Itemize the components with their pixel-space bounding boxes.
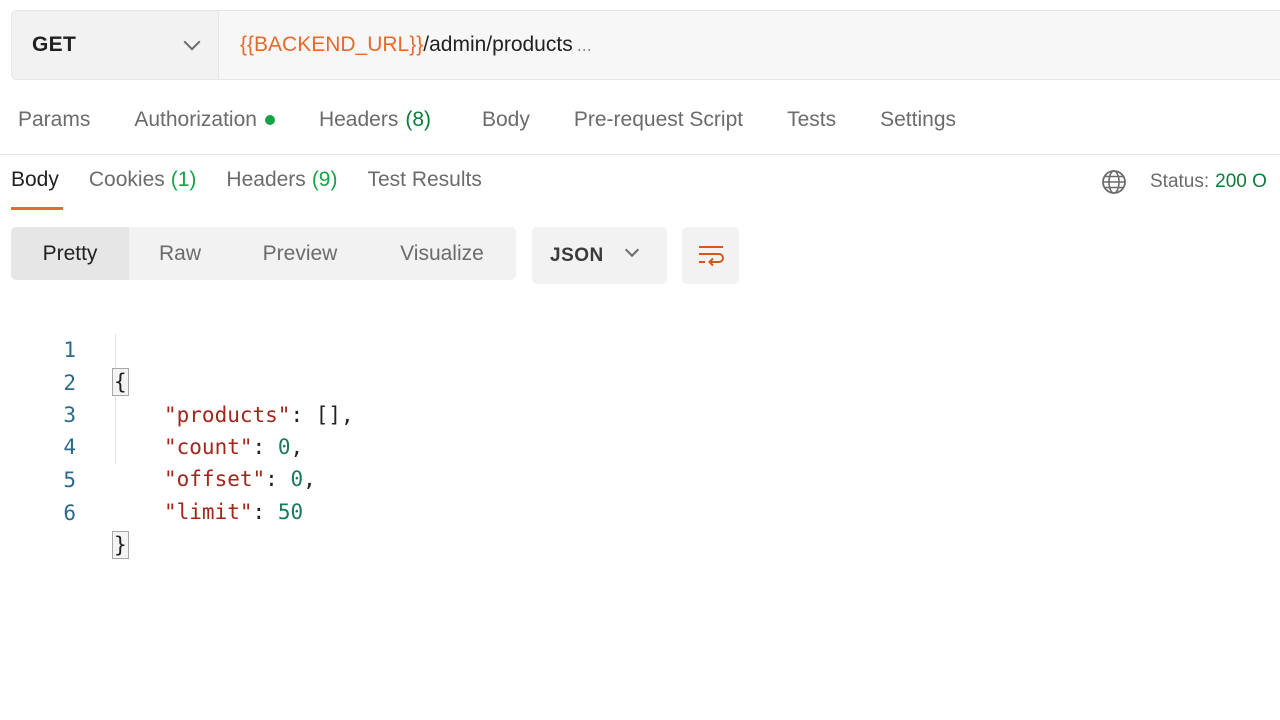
json-trail: , (303, 467, 316, 491)
preview-button[interactable]: Preview (231, 227, 369, 280)
tab-body[interactable]: Body (482, 108, 530, 132)
tab-count: (9) (311, 168, 338, 191)
json-value: 0 (290, 467, 304, 491)
tab-params[interactable]: Params (18, 108, 90, 132)
tab-label: Body (482, 108, 530, 131)
url-ellipsis: ... (576, 34, 592, 55)
raw-button[interactable]: Raw (129, 227, 231, 280)
response-tab-cookies[interactable]: Cookies (1) (89, 168, 197, 204)
json-trail: , (290, 435, 304, 459)
tab-label: Cookies (88, 168, 165, 191)
visualize-button[interactable]: Visualize (369, 227, 515, 280)
response-tab-headers[interactable]: Headers (9) (226, 168, 337, 204)
json-key: "count" (164, 435, 253, 459)
format-toggle-group: Pretty Raw Preview Visualize (11, 227, 516, 280)
line-number: 1 (63, 338, 76, 362)
tab-label: Settings (880, 108, 957, 131)
tab-label: Body (11, 168, 59, 191)
tab-count: (8) (405, 108, 431, 131)
json-key: "limit" (164, 500, 253, 524)
tab-label: Tests (787, 108, 837, 131)
code-line: 1 { (0, 302, 129, 396)
tab-label: Test Results (367, 168, 482, 191)
response-tabs: Body Cookies (1) Headers (9) Test Results (11, 168, 512, 210)
status-dot-icon (264, 115, 275, 125)
line-number: 2 (63, 371, 76, 395)
status-value[interactable]: 200 O (1215, 171, 1267, 193)
json-value: 50 (277, 500, 304, 524)
json-trail: , (341, 403, 354, 427)
indent-guide (115, 334, 116, 464)
line-number: 5 (63, 468, 76, 492)
open-brace: { (112, 368, 129, 396)
line-number: 3 (63, 403, 76, 427)
code-line: 2 "products": [], (0, 335, 353, 427)
response-status: Status: 200 O (1100, 168, 1267, 196)
globe-icon[interactable] (1100, 168, 1128, 196)
tab-headers[interactable]: Headers (8) (319, 108, 431, 132)
json-key: "products" (164, 403, 291, 427)
tab-label: Pre-request Script (573, 108, 744, 131)
chevron-down-icon (624, 242, 640, 258)
json-key: "offset" (164, 467, 266, 491)
json-value: 0 (277, 435, 291, 459)
line-number: 6 (63, 501, 76, 525)
pretty-button[interactable]: Pretty (11, 227, 129, 280)
response-tab-body[interactable]: Body (11, 168, 63, 210)
json-value: [] (315, 403, 342, 427)
close-brace: } (112, 531, 129, 559)
tab-tests[interactable]: Tests (787, 108, 836, 132)
language-label: JSON (550, 244, 604, 266)
code-line: 4 "offset": 0, (0, 399, 315, 491)
chevron-down-icon (183, 33, 201, 51)
code-line: 6 } (0, 465, 129, 559)
url-path: /admin/products (423, 33, 573, 56)
tab-label: Headers (318, 108, 399, 131)
request-tabs: Params Authorization Headers (8) Body Pre… (18, 108, 1000, 132)
tab-label: Params (18, 108, 91, 131)
wrap-lines-button[interactable] (682, 227, 739, 284)
code-line: 3 "count": 0, (0, 367, 303, 459)
wrap-lines-icon (698, 245, 724, 266)
tab-settings[interactable]: Settings (880, 108, 956, 132)
code-line: 5 "limit": 50 (0, 432, 303, 524)
tab-label: Headers (226, 168, 306, 191)
url-variable: {{BACKEND_URL}} (240, 33, 424, 56)
line-number: 4 (63, 435, 76, 459)
response-tab-test-results[interactable]: Test Results (367, 168, 481, 204)
status-label: Status: (1150, 171, 1210, 192)
method-label: GET (32, 33, 77, 56)
method-select[interactable]: GET (12, 11, 219, 79)
language-select[interactable]: JSON (532, 227, 667, 284)
tab-authorization[interactable]: Authorization (134, 108, 275, 132)
divider (0, 154, 1280, 155)
tab-label: Authorization (134, 108, 257, 131)
tab-count: (1) (170, 168, 197, 191)
request-bar: GET {{BACKEND_URL}} /admin/products ... (11, 10, 1280, 80)
tab-pre-request-script[interactable]: Pre-request Script (574, 108, 743, 132)
url-input[interactable]: {{BACKEND_URL}} /admin/products ... (219, 11, 592, 79)
